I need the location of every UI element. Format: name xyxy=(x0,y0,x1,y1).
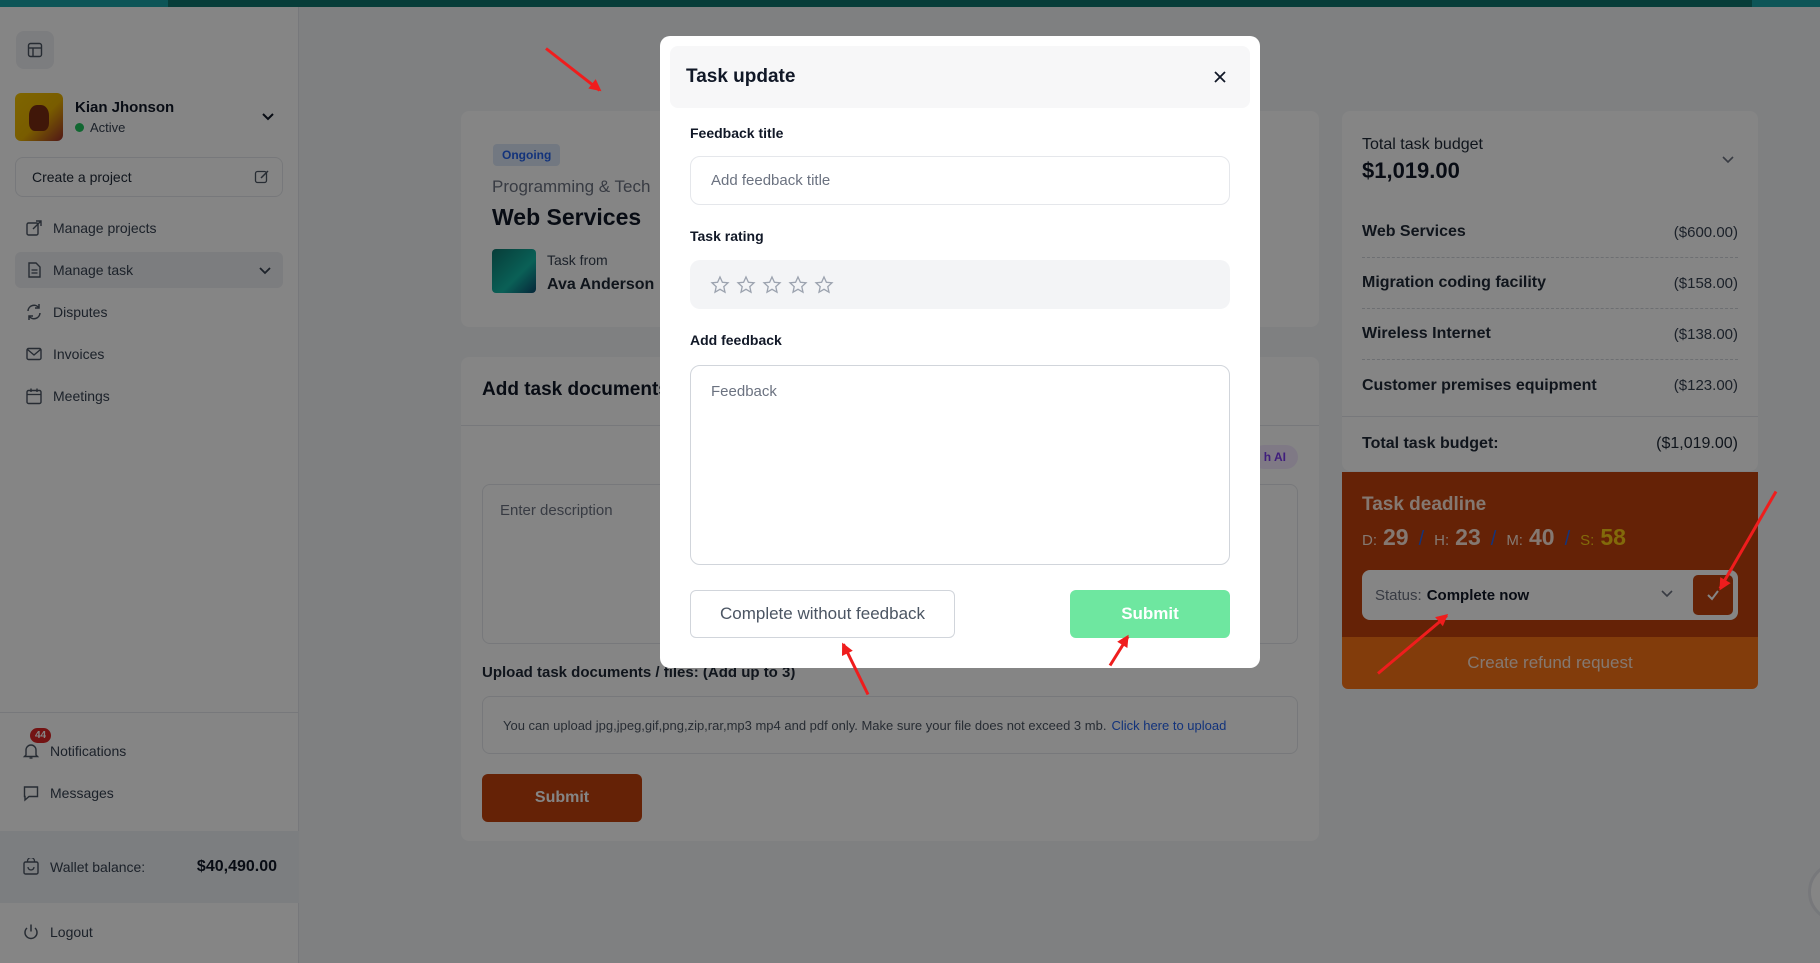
star-icon[interactable] xyxy=(736,274,756,295)
task-rating xyxy=(690,260,1230,309)
modal-title: Task update xyxy=(686,66,796,87)
star-icon[interactable] xyxy=(788,274,808,295)
task-rating-label: Task rating xyxy=(690,228,764,244)
close-icon xyxy=(1214,71,1226,83)
star-icon[interactable] xyxy=(762,274,782,295)
close-button[interactable] xyxy=(1206,63,1234,91)
complete-without-feedback-button[interactable]: Complete without feedback xyxy=(690,590,955,638)
add-feedback-label: Add feedback xyxy=(690,332,782,348)
task-update-modal: Task update Feedback title Add feedback … xyxy=(660,36,1260,668)
submit-feedback-button[interactable]: Submit xyxy=(1070,590,1230,638)
feedback-textarea[interactable]: Feedback xyxy=(690,365,1230,565)
star-icon[interactable] xyxy=(814,274,834,295)
star-icon[interactable] xyxy=(710,274,730,295)
feedback-title-label: Feedback title xyxy=(690,125,784,141)
modal-header: Task update xyxy=(670,46,1250,108)
feedback-title-input[interactable]: Add feedback title xyxy=(690,156,1230,205)
